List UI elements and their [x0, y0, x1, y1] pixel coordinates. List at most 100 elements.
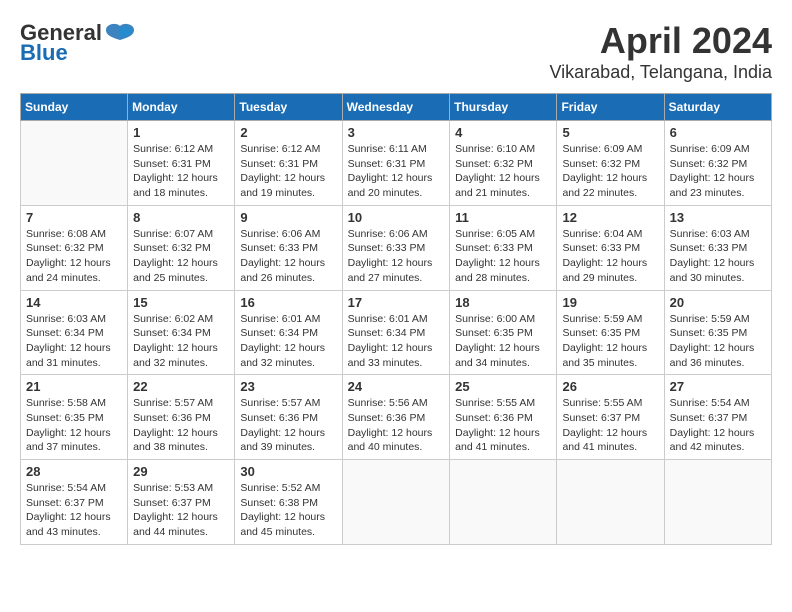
calendar-cell: 26 Sunrise: 5:55 AM Sunset: 6:37 PM Dayli…	[557, 375, 664, 460]
calendar-cell: 11 Sunrise: 6:05 AM Sunset: 6:33 PM Dayli…	[450, 205, 557, 290]
logo-bird-icon	[104, 22, 136, 44]
calendar-week-row: 7 Sunrise: 6:08 AM Sunset: 6:32 PM Daylig…	[21, 205, 772, 290]
day-number: 6	[670, 125, 766, 140]
weekday-header-saturday: Saturday	[664, 94, 771, 121]
day-number: 3	[348, 125, 445, 140]
calendar-cell: 5 Sunrise: 6:09 AM Sunset: 6:32 PM Daylig…	[557, 121, 664, 206]
day-number: 19	[562, 295, 658, 310]
day-number: 9	[240, 210, 336, 225]
calendar-cell: 17 Sunrise: 6:01 AM Sunset: 6:34 PM Dayli…	[342, 290, 450, 375]
weekday-header-monday: Monday	[128, 94, 235, 121]
day-number: 28	[26, 464, 122, 479]
day-info: Sunrise: 5:55 AM Sunset: 6:37 PM Dayligh…	[562, 396, 658, 455]
calendar-cell	[342, 460, 450, 545]
calendar-cell: 19 Sunrise: 5:59 AM Sunset: 6:35 PM Dayli…	[557, 290, 664, 375]
day-number: 22	[133, 379, 229, 394]
calendar-cell: 1 Sunrise: 6:12 AM Sunset: 6:31 PM Daylig…	[128, 121, 235, 206]
day-number: 11	[455, 210, 551, 225]
day-number: 10	[348, 210, 445, 225]
day-info: Sunrise: 6:09 AM Sunset: 6:32 PM Dayligh…	[670, 142, 766, 201]
day-info: Sunrise: 6:07 AM Sunset: 6:32 PM Dayligh…	[133, 227, 229, 286]
day-info: Sunrise: 5:57 AM Sunset: 6:36 PM Dayligh…	[240, 396, 336, 455]
logo-blue: Blue	[20, 40, 68, 66]
day-number: 27	[670, 379, 766, 394]
day-info: Sunrise: 6:05 AM Sunset: 6:33 PM Dayligh…	[455, 227, 551, 286]
calendar-cell: 22 Sunrise: 5:57 AM Sunset: 6:36 PM Dayli…	[128, 375, 235, 460]
calendar-table: SundayMondayTuesdayWednesdayThursdayFrid…	[20, 93, 772, 545]
day-info: Sunrise: 5:56 AM Sunset: 6:36 PM Dayligh…	[348, 396, 445, 455]
calendar-cell: 15Sunrise: 6:02 AM Sunset: 6:34 PM Dayli…	[128, 290, 235, 375]
day-info: Sunrise: 6:06 AM Sunset: 6:33 PM Dayligh…	[240, 227, 336, 286]
day-number: 4	[455, 125, 551, 140]
day-number: 13	[670, 210, 766, 225]
day-number: 7	[26, 210, 122, 225]
weekday-header-wednesday: Wednesday	[342, 94, 450, 121]
day-info: Sunrise: 5:57 AM Sunset: 6:36 PM Dayligh…	[133, 396, 229, 455]
day-number: 17	[348, 295, 445, 310]
day-info: Sunrise: 5:59 AM Sunset: 6:35 PM Dayligh…	[670, 312, 766, 371]
day-info: Sunrise: 5:54 AM Sunset: 6:37 PM Dayligh…	[26, 481, 122, 540]
day-number: 29	[133, 464, 229, 479]
calendar-cell: 18 Sunrise: 6:00 AM Sunset: 6:35 PM Dayli…	[450, 290, 557, 375]
day-info: Sunrise: 5:54 AM Sunset: 6:37 PM Dayligh…	[670, 396, 766, 455]
logo: General Blue	[20, 20, 138, 66]
calendar-cell: 23 Sunrise: 5:57 AM Sunset: 6:36 PM Dayli…	[235, 375, 342, 460]
day-info: Sunrise: 6:12 AM Sunset: 6:31 PM Dayligh…	[240, 142, 336, 201]
calendar-cell: 21 Sunrise: 5:58 AM Sunset: 6:35 PM Dayli…	[21, 375, 128, 460]
day-number: 21	[26, 379, 122, 394]
day-number: 23	[240, 379, 336, 394]
day-number: 14	[26, 295, 122, 310]
day-info: Sunrise: 6:03 AM Sunset: 6:34 PM Dayligh…	[26, 312, 122, 371]
calendar-cell	[664, 460, 771, 545]
day-number: 5	[562, 125, 658, 140]
day-number: 2	[240, 125, 336, 140]
day-number: 12	[562, 210, 658, 225]
calendar-cell	[450, 460, 557, 545]
day-info: Sunrise: 5:58 AM Sunset: 6:35 PM Dayligh…	[26, 396, 122, 455]
day-info: Sunrise: 6:01 AM Sunset: 6:34 PM Dayligh…	[240, 312, 336, 371]
day-info: Sunrise: 6:06 AM Sunset: 6:33 PM Dayligh…	[348, 227, 445, 286]
day-info: Sunrise: 6:12 AM Sunset: 6:31 PM Dayligh…	[133, 142, 229, 201]
day-info: Sunrise: 6:02 AM Sunset: 6:34 PM Dayligh…	[133, 312, 229, 371]
day-info: Sunrise: 5:59 AM Sunset: 6:35 PM Dayligh…	[562, 312, 658, 371]
calendar-cell: 3 Sunrise: 6:11 AM Sunset: 6:31 PM Daylig…	[342, 121, 450, 206]
month-title: April 2024	[549, 20, 772, 62]
calendar-cell: 4 Sunrise: 6:10 AM Sunset: 6:32 PM Daylig…	[450, 121, 557, 206]
calendar-week-row: 1 Sunrise: 6:12 AM Sunset: 6:31 PM Daylig…	[21, 121, 772, 206]
calendar-cell: 6 Sunrise: 6:09 AM Sunset: 6:32 PM Daylig…	[664, 121, 771, 206]
day-info: Sunrise: 6:09 AM Sunset: 6:32 PM Dayligh…	[562, 142, 658, 201]
day-number: 1	[133, 125, 229, 140]
calendar-week-row: 21 Sunrise: 5:58 AM Sunset: 6:35 PM Dayli…	[21, 375, 772, 460]
calendar-cell: 30 Sunrise: 5:52 AM Sunset: 6:38 PM Dayli…	[235, 460, 342, 545]
day-number: 30	[240, 464, 336, 479]
day-info: Sunrise: 6:01 AM Sunset: 6:34 PM Dayligh…	[348, 312, 445, 371]
calendar-cell: 14 Sunrise: 6:03 AM Sunset: 6:34 PM Dayli…	[21, 290, 128, 375]
calendar-cell: 2 Sunrise: 6:12 AM Sunset: 6:31 PM Daylig…	[235, 121, 342, 206]
day-info: Sunrise: 6:11 AM Sunset: 6:31 PM Dayligh…	[348, 142, 445, 201]
calendar-cell: 9 Sunrise: 6:06 AM Sunset: 6:33 PM Daylig…	[235, 205, 342, 290]
day-info: Sunrise: 6:03 AM Sunset: 6:33 PM Dayligh…	[670, 227, 766, 286]
calendar-cell	[557, 460, 664, 545]
calendar-cell: 8 Sunrise: 6:07 AM Sunset: 6:32 PM Daylig…	[128, 205, 235, 290]
title-block: April 2024 Vikarabad, Telangana, India	[549, 20, 772, 83]
day-info: Sunrise: 6:10 AM Sunset: 6:32 PM Dayligh…	[455, 142, 551, 201]
calendar-cell: 16 Sunrise: 6:01 AM Sunset: 6:34 PM Dayli…	[235, 290, 342, 375]
day-info: Sunrise: 6:04 AM Sunset: 6:33 PM Dayligh…	[562, 227, 658, 286]
day-number: 16	[240, 295, 336, 310]
calendar-week-row: 14 Sunrise: 6:03 AM Sunset: 6:34 PM Dayli…	[21, 290, 772, 375]
day-info: Sunrise: 6:00 AM Sunset: 6:35 PM Dayligh…	[455, 312, 551, 371]
day-number: 8	[133, 210, 229, 225]
weekday-header-thursday: Thursday	[450, 94, 557, 121]
weekday-header-sunday: Sunday	[21, 94, 128, 121]
day-info: Sunrise: 5:52 AM Sunset: 6:38 PM Dayligh…	[240, 481, 336, 540]
weekday-header-friday: Friday	[557, 94, 664, 121]
day-info: Sunrise: 6:08 AM Sunset: 6:32 PM Dayligh…	[26, 227, 122, 286]
calendar-cell	[21, 121, 128, 206]
calendar-cell: 7 Sunrise: 6:08 AM Sunset: 6:32 PM Daylig…	[21, 205, 128, 290]
day-number: 26	[562, 379, 658, 394]
calendar-cell: 27 Sunrise: 5:54 AM Sunset: 6:37 PM Dayli…	[664, 375, 771, 460]
weekday-header-tuesday: Tuesday	[235, 94, 342, 121]
calendar-cell: 25Sunrise: 5:55 AM Sunset: 6:36 PM Dayli…	[450, 375, 557, 460]
calendar-cell: 24Sunrise: 5:56 AM Sunset: 6:36 PM Dayli…	[342, 375, 450, 460]
day-number: 18	[455, 295, 551, 310]
